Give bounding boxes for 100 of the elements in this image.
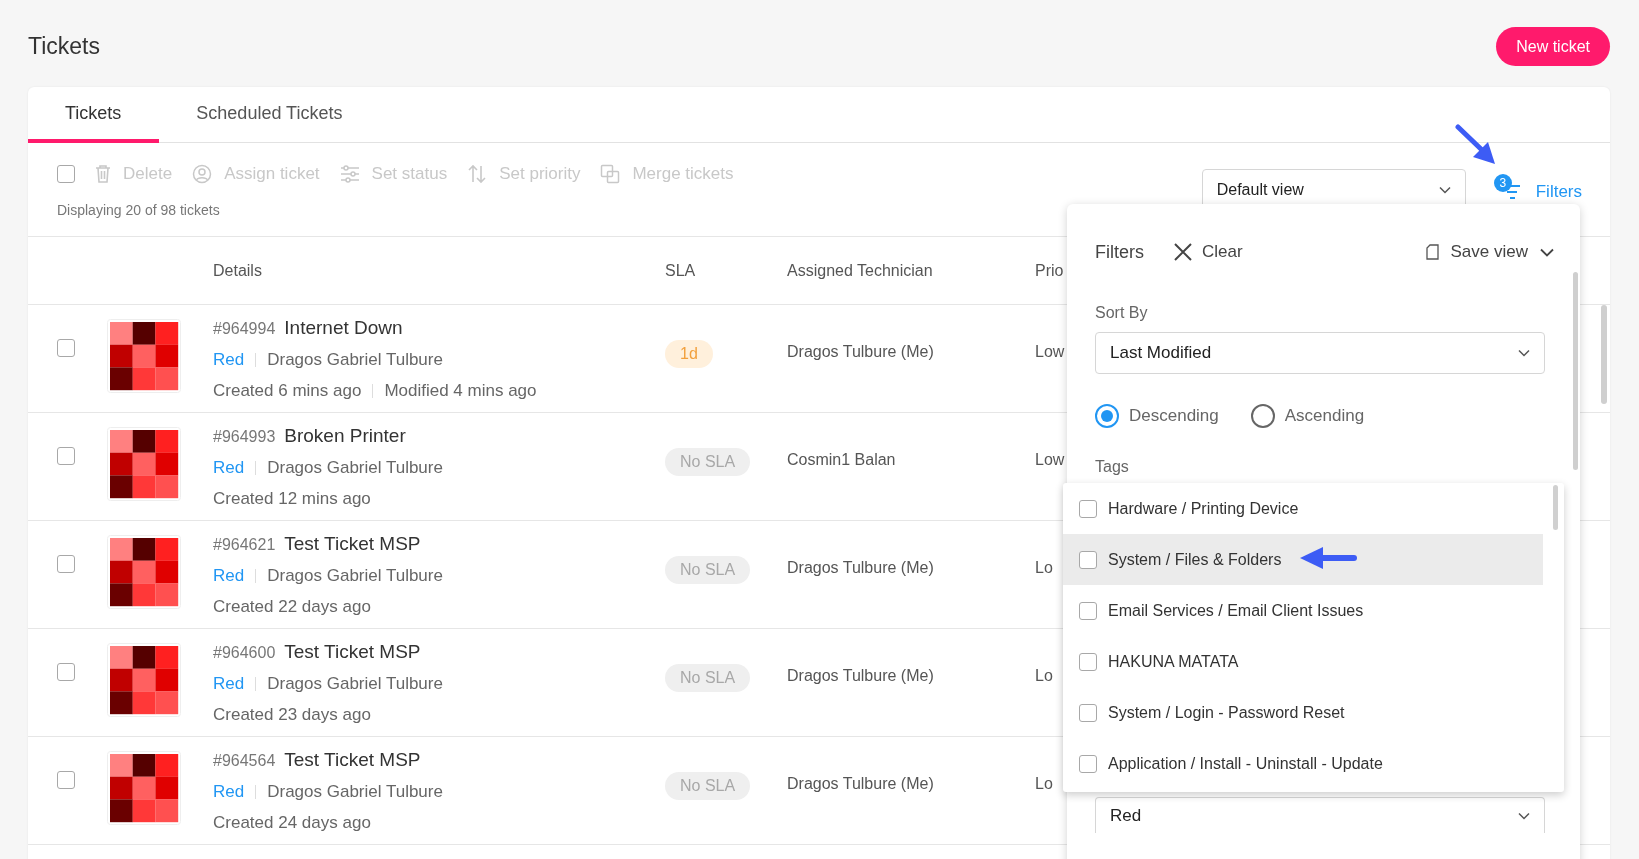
column-header: SLA	[665, 261, 697, 280]
scrollbar-thumb[interactable]	[1573, 272, 1578, 470]
tag-option-label: System / Files & Folders	[1108, 550, 1282, 569]
filter-select[interactable]: Red	[1095, 797, 1545, 833]
ticket-number: #964600	[213, 644, 276, 662]
chevron-down-icon	[1438, 186, 1451, 194]
chevron-down-icon	[1540, 247, 1554, 257]
annotation-arrow	[1455, 124, 1497, 166]
tag-checkbox[interactable]	[1079, 499, 1097, 518]
created-time: Created 23 days ago	[213, 705, 371, 725]
save-view-button[interactable]: Save view	[1425, 242, 1554, 262]
merge-squares-icon	[600, 164, 621, 184]
clear-button[interactable]: Clear	[1174, 242, 1243, 262]
sort-by-label: Sort By	[1095, 304, 1149, 322]
priority-text: Low	[1035, 451, 1065, 468]
sla-badge: No SLA	[665, 772, 751, 800]
tag-checkbox[interactable]	[1079, 754, 1097, 773]
tags-label: Tags	[1095, 458, 1130, 476]
ticket-title[interactable]: Test Ticket MSP	[284, 641, 421, 663]
sla-badge: No SLA	[665, 556, 751, 584]
trash-icon	[95, 164, 111, 184]
requester-name: Dragos Gabriel Tulbure	[267, 674, 443, 694]
sort-arrows-icon	[467, 164, 488, 184]
tag-option-label: HAKUNA MATATA	[1108, 652, 1239, 671]
priority-text: Lo	[1035, 667, 1053, 684]
sla-badge: No SLA	[665, 664, 751, 692]
tag-option[interactable]: System / Files & Folders	[1063, 534, 1543, 585]
tag-option[interactable]: Application / Install - Uninstall - Update	[1063, 738, 1543, 789]
modified-time: Modified 4 mins ago	[384, 381, 537, 401]
requester-name: Dragos Gabriel Tulbure	[267, 566, 443, 586]
avatar-icon	[107, 751, 181, 825]
created-time: Created 12 mins ago	[213, 489, 371, 509]
scrollbar-thumb[interactable]	[1553, 485, 1558, 530]
sla-badge: 1d	[665, 340, 713, 368]
avatar-icon	[107, 427, 181, 501]
tag-option[interactable]: Email Services / Email Client Issues	[1063, 585, 1543, 636]
close-icon	[1174, 243, 1192, 261]
ticket-title[interactable]: Broken Printer	[284, 425, 406, 447]
technician-name: Dragos Tulbure (Me)	[787, 775, 934, 792]
page-title: Tickets	[28, 33, 100, 60]
created-time: Created 6 mins ago	[213, 381, 362, 401]
ticket-title[interactable]: Internet Down	[284, 317, 403, 339]
tag-option-label: Email Services / Email Client Issues	[1108, 601, 1364, 620]
avatar-icon	[107, 319, 181, 393]
row-checkbox[interactable]	[57, 555, 75, 573]
sla-badge: No SLA	[665, 448, 751, 476]
sliders-icon	[339, 165, 360, 183]
ticket-number: #964621	[213, 536, 276, 554]
ticket-number: #964564	[213, 752, 276, 770]
tag-option-label: Hardware / Printing Device	[1108, 499, 1299, 518]
created-time: Created 22 days ago	[213, 597, 371, 617]
sort-select[interactable]: Last Modified	[1095, 332, 1545, 374]
chevron-down-icon	[1518, 349, 1530, 357]
requester-name: Dragos Gabriel Tulbure	[267, 350, 443, 370]
column-header: Details	[213, 261, 263, 280]
avatar-icon	[107, 535, 181, 609]
tag-checkbox[interactable]	[1079, 550, 1097, 569]
sort-order-radio[interactable]: Descending	[1095, 404, 1219, 428]
filter-count-badge: 3	[1493, 174, 1512, 192]
sort-order-radio[interactable]: Ascending	[1250, 404, 1365, 428]
avatar-icon	[107, 643, 181, 717]
requester-name: Dragos Gabriel Tulbure	[267, 782, 443, 802]
ticket-number: #964993	[213, 428, 276, 446]
column-header: Assigned Technician	[787, 261, 934, 280]
panel-title: Filters	[1095, 241, 1144, 263]
ticket-title[interactable]: Test Ticket MSP	[284, 749, 421, 771]
ticket-number: #964994	[213, 320, 276, 338]
technician-name: Dragos Tulbure (Me)	[787, 559, 934, 576]
tab[interactable]: Tickets	[28, 87, 160, 143]
tag-checkbox[interactable]	[1079, 652, 1097, 671]
tag-checkbox[interactable]	[1079, 703, 1097, 722]
requester-name: Dragos Gabriel Tulbure	[267, 458, 443, 478]
row-checkbox[interactable]	[57, 663, 75, 681]
new-ticket-button[interactable]: New ticket	[1496, 27, 1610, 66]
ticket-count: Displaying 20 of 98 tickets	[57, 202, 221, 218]
tag-option[interactable]: System / Login - Password Reset	[1063, 687, 1543, 738]
ticket-title[interactable]: Test Ticket MSP	[284, 533, 421, 555]
select-all-checkbox[interactable]	[57, 165, 75, 183]
user-circle-icon	[192, 164, 213, 184]
chevron-down-icon	[1518, 811, 1530, 820]
tag-option-label: System / Login - Password Reset	[1108, 703, 1345, 722]
tab[interactable]: Scheduled Tickets	[159, 87, 381, 143]
tag-option[interactable]: HAKUNA MATATA	[1063, 636, 1543, 687]
annotation-arrow	[1299, 546, 1357, 570]
tag-option[interactable]: Hardware / Printing Device	[1063, 483, 1543, 534]
priority-text: Lo	[1035, 775, 1053, 792]
technician-name: Dragos Tulbure (Me)	[787, 343, 934, 360]
row-checkbox[interactable]	[57, 771, 75, 789]
row-checkbox[interactable]	[57, 447, 75, 465]
tag-option-label: Application / Install - Uninstall - Update	[1108, 754, 1383, 773]
tag-checkbox[interactable]	[1079, 601, 1097, 620]
document-icon	[1425, 244, 1439, 260]
priority-text: Low	[1035, 343, 1065, 360]
row-checkbox[interactable]	[57, 339, 75, 357]
technician-name: Cosmin1 Balan	[787, 451, 896, 468]
created-time: Created 24 days ago	[213, 813, 371, 833]
column-header: Prio	[1035, 261, 1065, 280]
technician-name: Dragos Tulbure (Me)	[787, 667, 934, 684]
priority-text: Lo	[1035, 559, 1053, 576]
scrollbar-thumb[interactable]	[1601, 305, 1607, 404]
